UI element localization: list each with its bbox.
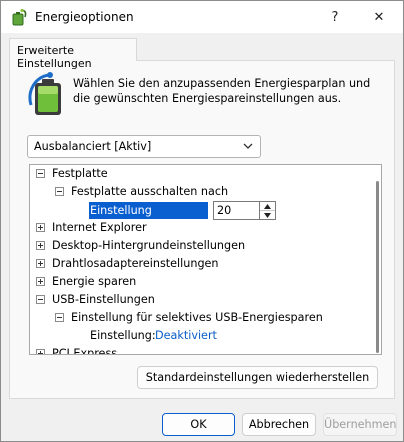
tree-item-energie-sparen[interactable]: Energie sparen <box>30 273 370 291</box>
tree-item-desktop-hintergrund[interactable]: Desktop-Hintergrundeinstellungen <box>30 237 370 255</box>
battery-plan-icon <box>28 72 61 115</box>
collapse-icon[interactable] <box>36 295 45 304</box>
tree-label: Desktop-Hintergrundeinstellungen <box>52 239 246 252</box>
tree-scrollbar[interactable] <box>376 181 379 353</box>
setting-label: Einstellung: <box>90 329 156 342</box>
tree-item-usb-einstellungen[interactable]: USB-Einstellungen <box>30 291 370 309</box>
power-options-icon <box>12 8 27 26</box>
tree-item-pci-express[interactable]: PCI Express <box>30 345 370 355</box>
title-bar: Energieoptionen ? ✕ <box>1 1 403 33</box>
tree-item-internet-explorer[interactable]: Internet Explorer <box>30 219 370 237</box>
tree-item-usb-einstellung-value[interactable]: Einstellung: Deaktiviert <box>30 327 370 345</box>
apply-button: Übernehmen <box>323 413 397 436</box>
cancel-button[interactable]: Abbrechen <box>242 413 316 436</box>
tree-label: Drahtlosadaptereinstellungen <box>52 257 219 270</box>
collapse-icon[interactable] <box>55 313 64 322</box>
tree-item-usb-selektiv[interactable]: Einstellung für selektives USB-Energiesp… <box>30 309 370 327</box>
expand-icon[interactable] <box>36 349 45 354</box>
tab-erweiterte-einstellungen[interactable]: Erweiterte Einstellungen <box>9 38 137 70</box>
power-options-dialog: Energieoptionen ? ✕ Erweiterte Einstellu… <box>0 0 404 442</box>
tree-label: Festplatte <box>52 167 108 180</box>
expand-icon[interactable] <box>36 259 45 268</box>
spin-up-icon[interactable] <box>260 202 275 211</box>
collapse-icon[interactable] <box>55 187 64 196</box>
ok-button[interactable]: OK <box>162 413 235 436</box>
tree-label: Internet Explorer <box>52 221 147 234</box>
tree-label: Festplatte ausschalten nach <box>71 185 229 198</box>
help-icon: ? <box>331 9 339 25</box>
power-plan-dropdown[interactable]: Ausbalanciert [Aktiv] <box>27 135 261 158</box>
usb-setting-value-link[interactable]: Deaktiviert <box>155 327 217 345</box>
minutes-spinner[interactable] <box>260 201 276 220</box>
help-button[interactable]: ? <box>313 1 357 33</box>
tree-label: Einstellung für selektives USB-Energiesp… <box>71 311 323 324</box>
expand-icon[interactable] <box>36 241 45 250</box>
close-button[interactable]: ✕ <box>357 1 401 33</box>
minutes-input[interactable]: 20 <box>213 201 260 220</box>
tree-label: PCI Express <box>52 347 118 355</box>
tree-item-drahtlosadapter[interactable]: Drahtlosadaptereinstellungen <box>30 255 370 273</box>
tree-item-festplatte-ausschalten[interactable]: Festplatte ausschalten nach <box>30 183 370 201</box>
power-plan-value: Ausbalanciert [Aktiv] <box>34 140 152 153</box>
tree-item-festplatte[interactable]: Festplatte <box>30 165 370 183</box>
close-icon: ✕ <box>373 9 385 25</box>
tree-label: Energie sparen <box>52 275 137 288</box>
einstellung-minuten-label: Einstellung (Minuten): <box>89 202 208 234</box>
chevron-down-icon <box>243 143 253 149</box>
expand-icon[interactable] <box>36 223 45 232</box>
window-title: Energieoptionen <box>35 10 134 24</box>
intro-text: Wählen Sie den anzupassenden Energiespar… <box>73 77 371 105</box>
tree-label: USB-Einstellungen <box>52 293 155 306</box>
expand-icon[interactable] <box>36 277 45 286</box>
settings-tree[interactable]: Festplatte Festplatte ausschalten nach E… <box>29 164 382 355</box>
restore-defaults-button[interactable]: Standardeinstellungen wiederherstellen <box>137 366 378 389</box>
collapse-icon[interactable] <box>36 169 45 178</box>
